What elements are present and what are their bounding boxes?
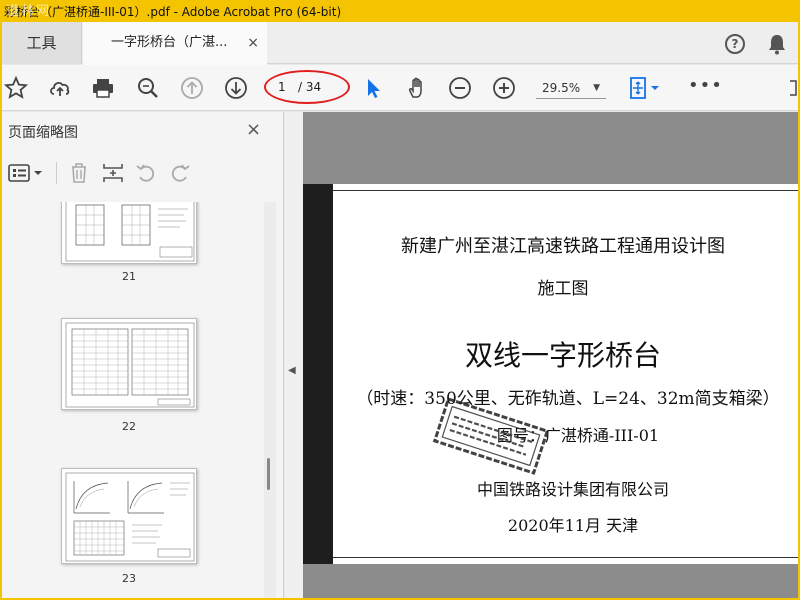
- insert-page-icon[interactable]: [102, 162, 124, 184]
- rotate-clockwise-icon[interactable]: [169, 162, 191, 184]
- close-tab-icon[interactable]: ×: [247, 22, 259, 64]
- thumbnail-page-21[interactable]: [61, 202, 197, 264]
- select-cursor-icon[interactable]: [362, 76, 386, 100]
- document-title: 双线一字形桥台: [464, 339, 661, 372]
- document-viewer[interactable]: 新建广州至湛江高速铁路工程通用设计图 施工图 双线一字形桥台 （时速：350公里…: [303, 112, 798, 598]
- hand-tool-icon[interactable]: [405, 76, 429, 100]
- help-icon[interactable]: ?: [725, 34, 745, 54]
- thumbnail-label: 21: [122, 270, 136, 283]
- project-name: 新建广州至湛江高速铁路工程通用设计图: [401, 236, 725, 257]
- window-title: 彩桥台（广湛桥通-III-01）.pdf - Adobe Acrobat Pro…: [4, 5, 342, 19]
- next-page-icon[interactable]: [224, 76, 248, 100]
- zoom-out-icon[interactable]: [448, 76, 472, 100]
- thumbnail-label: 23: [122, 572, 136, 585]
- thumbnail-page-23[interactable]: [61, 468, 197, 564]
- delete-page-icon[interactable]: [69, 162, 89, 184]
- more-tools-icon[interactable]: •••: [688, 77, 723, 95]
- panel-splitter[interactable]: [285, 112, 303, 598]
- thumbnail-label: 22: [122, 420, 136, 433]
- chevron-down-icon: ▼: [593, 83, 600, 93]
- tab-bar: 工具 一字形桥台（广湛... × ?: [2, 22, 798, 65]
- scrollbar-thumb[interactable]: [267, 458, 270, 490]
- panel-title: 页面缩略图: [8, 125, 78, 141]
- thumbnail-list: 21 22 23: [2, 202, 264, 598]
- tab-tools[interactable]: 工具: [2, 22, 82, 64]
- window-title-bar: 彩桥台（广湛桥通-III-01）.pdf - Adobe Acrobat Pro…: [2, 2, 798, 22]
- print-icon[interactable]: [91, 76, 115, 100]
- page-thumbnails-panel: 页面缩略图 × 21 22 23: [2, 112, 284, 598]
- rotate-counterclockwise-icon[interactable]: [135, 162, 157, 184]
- thumbnail-page-22[interactable]: [61, 318, 197, 410]
- acrobat-window: 彩桥台（广湛桥通-III-01）.pdf - Adobe Acrobat Pro…: [2, 2, 798, 598]
- tab-document[interactable]: 一字形桥台（广湛... ×: [83, 22, 267, 65]
- fit-page-icon[interactable]: [627, 76, 663, 100]
- tab-document-label: 一字形桥台（广湛...: [111, 35, 228, 50]
- zoom-level-value: 29.5%: [542, 81, 581, 95]
- toolbar-overflow-icon[interactable]: [788, 79, 798, 97]
- document-subtitle: （时速：350公里、无砟轨道、L=24、32m简支箱梁）: [356, 389, 780, 409]
- date-and-location: 2020年11月 天津: [507, 516, 639, 535]
- close-panel-icon[interactable]: ×: [246, 119, 261, 140]
- zoom-search-icon[interactable]: [136, 76, 160, 100]
- main-toolbar: 1 / 34 29.5% ▼ •••: [2, 65, 798, 111]
- previous-page-icon[interactable]: [180, 76, 204, 100]
- annotation-ellipse: [264, 70, 350, 104]
- zoom-level-select[interactable]: 29.5% ▼: [536, 77, 606, 99]
- bookmark-star-icon[interactable]: [4, 76, 28, 100]
- zoom-in-icon[interactable]: [492, 76, 516, 100]
- collapse-panel-arrow-icon[interactable]: ◀: [288, 365, 296, 376]
- document-stage: 施工图: [537, 279, 589, 299]
- scan-shadow: [303, 184, 333, 564]
- pdf-page: 新建广州至湛江高速铁路工程通用设计图 施工图 双线一字形桥台 （时速：350公里…: [303, 184, 798, 564]
- options-menu-icon[interactable]: [8, 163, 44, 183]
- thumbnail-scrollbar[interactable]: [264, 202, 276, 598]
- thumbnail-toolbar: [2, 154, 283, 190]
- bell-icon[interactable]: [767, 33, 787, 55]
- cloud-upload-icon[interactable]: [48, 76, 72, 100]
- company-name: 中国铁路设计集团有限公司: [476, 480, 669, 499]
- watermark: 道林网: [6, 4, 52, 19]
